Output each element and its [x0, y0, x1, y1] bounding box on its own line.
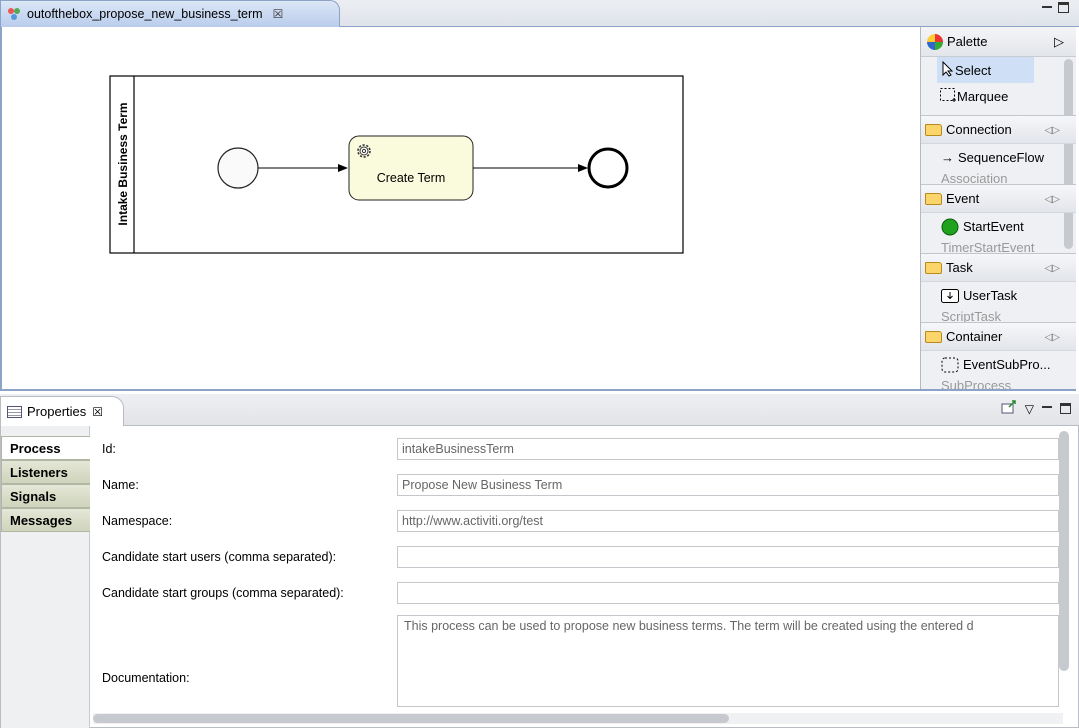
palette-tool-label: Select [955, 62, 992, 78]
namespace-field[interactable]: http://www.activiti.org/test [397, 510, 1059, 532]
side-tab-listeners[interactable]: Listeners [1, 460, 90, 484]
candidate-groups-field[interactable] [397, 582, 1059, 604]
palette-entry-association[interactable]: Association [921, 171, 1076, 184]
palette-drawer-container[interactable]: Container ◁▷ [921, 322, 1076, 351]
drawer-label: Task [946, 260, 973, 275]
maximize-icon[interactable] [1060, 403, 1071, 414]
arrow-right-icon: → [941, 150, 954, 165]
close-icon[interactable]: ☒ [92, 405, 103, 419]
folder-icon [925, 192, 942, 205]
start-event-icon [941, 218, 959, 236]
editor-tab-title: outofthebox_propose_new_business_term [27, 7, 263, 21]
view-menu-icon[interactable]: ▽ [1025, 402, 1034, 416]
palette-tool-marquee[interactable]: Marquee [921, 83, 1076, 109]
editor-tab-bar: outofthebox_propose_new_business_term ☒ [0, 0, 1079, 27]
diagram-svg: Intake Business Term Create Term [109, 75, 684, 254]
palette-title: Palette [947, 34, 988, 49]
pin-icon[interactable]: ◁▷ [1045, 194, 1060, 205]
start-event[interactable] [217, 147, 259, 189]
arrow-cursor-icon [941, 60, 955, 80]
name-field[interactable]: Propose New Business Term [397, 474, 1059, 496]
properties-horizontal-scrollbar[interactable] [93, 714, 729, 723]
palette-entry-label: Association [941, 171, 1008, 184]
palette-entry-subprocess[interactable]: SubProcess [921, 378, 1076, 389]
folder-icon [925, 123, 942, 136]
palette-entry-label: ScriptTask [941, 309, 1001, 322]
properties-body: Process Listeners Signals Messages Id: i… [0, 426, 1079, 728]
properties-tab[interactable]: Properties ☒ [0, 396, 124, 426]
palette-entry-label: SubProcess [941, 378, 1012, 389]
pin-view-icon[interactable] [1001, 400, 1017, 417]
palette-entry-label: SequenceFlow [958, 150, 1044, 165]
palette-entry-scripttask[interactable]: ScriptTask [921, 309, 1076, 322]
namespace-label: Namespace: [102, 514, 173, 528]
pin-icon[interactable]: ◁▷ [1045, 332, 1060, 343]
pin-icon[interactable]: ◁▷ [1045, 263, 1060, 274]
id-label: Id: [102, 442, 116, 456]
palette-entry-label: TimerStartEvent [941, 240, 1035, 253]
pin-icon[interactable]: ◁▷ [1045, 125, 1060, 136]
properties-icon [7, 405, 22, 418]
properties-toolbar: ▽ [1001, 400, 1071, 417]
palette-header: Palette ▷ [921, 27, 1076, 57]
bpmn-file-icon [7, 7, 21, 21]
editor-tab[interactable]: outofthebox_propose_new_business_term ☒ [0, 0, 340, 27]
folder-icon [925, 261, 942, 274]
name-label: Name: [102, 478, 139, 492]
side-tab-process[interactable]: Process [1, 436, 90, 460]
properties-tab-bar: Properties ☒ ▽ [0, 394, 1079, 426]
palette-entry-label: StartEvent [963, 219, 1024, 234]
candidate-users-label: Candidate start users (comma separated): [102, 550, 337, 564]
id-field[interactable]: intakeBusinessTerm [397, 438, 1059, 460]
palette-tool-label: Marquee [957, 88, 1009, 104]
task-label: Create Term [377, 171, 446, 185]
palette-entry-label: EventSubPro... [963, 357, 1051, 372]
palette-entry-usertask[interactable]: UserTask [921, 282, 1076, 309]
drawer-label: Connection [946, 122, 1012, 137]
side-tab-signals[interactable]: Signals [1, 484, 90, 508]
drawer-label: Event [946, 191, 980, 206]
collapse-palette-icon[interactable]: ▷ [1054, 34, 1064, 50]
folder-icon [925, 330, 942, 343]
editor-frame: Intake Business Term Create Term Palette… [0, 27, 1076, 391]
close-icon[interactable]: ☒ [273, 7, 284, 21]
diagram-editor: outofthebox_propose_new_business_term ☒ … [0, 0, 1079, 392]
maximize-icon[interactable] [1058, 2, 1069, 13]
palette-tool-select[interactable]: Select [937, 57, 1034, 83]
palette-drawer-event[interactable]: Event ◁▷ [921, 184, 1076, 213]
palette-entry-timerstartevent[interactable]: TimerStartEvent [921, 240, 1076, 253]
palette-entry-sequenceflow[interactable]: → SequenceFlow [921, 144, 1076, 171]
properties-tab-title: Properties [27, 404, 87, 419]
palette-drawer-task[interactable]: Task ◁▷ [921, 253, 1076, 282]
end-event[interactable] [587, 147, 629, 189]
palette-drawer-connection[interactable]: Connection ◁▷ [921, 115, 1076, 144]
drawer-label: Container [946, 329, 1003, 344]
event-subprocess-icon [941, 357, 959, 373]
candidate-groups-label: Candidate start groups (comma separated)… [102, 586, 344, 600]
user-task-icon [941, 288, 959, 303]
documentation-field[interactable]: This process can be used to propose new … [397, 615, 1059, 707]
diagram-canvas[interactable]: Intake Business Term Create Term [2, 27, 918, 389]
pool-label: Intake Business Term [116, 102, 130, 225]
properties-view: Properties ☒ ▽ Process Listeners Signals… [0, 394, 1079, 728]
properties-side-tabs: Process Listeners Signals Messages [1, 436, 90, 532]
documentation-label: Documentation: [102, 671, 190, 685]
candidate-users-field[interactable] [397, 546, 1059, 568]
palette-entry-label: UserTask [963, 288, 1018, 303]
marquee-icon [939, 87, 957, 106]
palette-entry-startevent[interactable]: StartEvent [921, 213, 1076, 240]
properties-vertical-scrollbar[interactable] [1059, 431, 1069, 671]
palette: Palette ▷ Select Marquee Connection ◁▷ →… [920, 27, 1076, 389]
minimize-icon[interactable] [1042, 405, 1052, 416]
palette-entry-eventsubprocess[interactable]: EventSubPro... [921, 351, 1076, 378]
minimize-icon[interactable] [1042, 6, 1052, 16]
side-tab-messages[interactable]: Messages [1, 508, 90, 532]
palette-icon [927, 33, 943, 50]
palette-scrollbar[interactable] [1064, 59, 1073, 249]
